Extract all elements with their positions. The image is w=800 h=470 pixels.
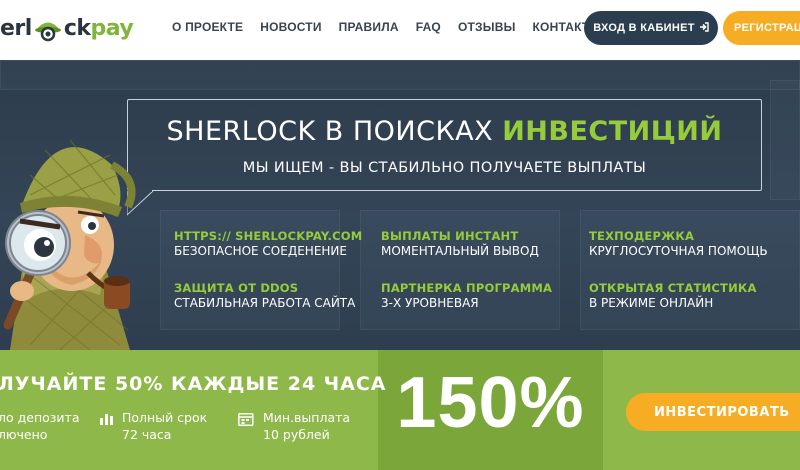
feature-desc: БЕЗОПАСНОЕ СОЕДЕНЕНИЕ	[174, 244, 347, 258]
feature-desc: КРУГЛОСУТОЧНАЯ ПОМОЩЬ	[589, 244, 768, 258]
perk-line: лючено	[0, 427, 48, 442]
feature-title: ПАРТНЕРКА ПРОГРАММА	[381, 281, 553, 295]
perk-term: Полный срок 72 часа	[100, 409, 207, 443]
feature-ssl: HTTPS:// SHERLOCKPAY.COM БЕЗОПАСНОЕ СОЕД…	[174, 229, 362, 258]
server-rack-bg	[770, 80, 800, 200]
hero-title-main: SHERLOCK В ПОИСКАХ	[166, 116, 503, 147]
feature-desc: СТАБИЛЬНАЯ РАБОТА САЙТА	[174, 296, 356, 310]
hero-title-accent: ИНВЕСТИЦИЙ	[502, 116, 723, 147]
hero-title: SHERLOCK В ПОИСКАХ ИНВЕСТИЦИЙ	[127, 116, 762, 147]
bar-chart-icon	[100, 412, 114, 429]
perk-line: 10 рублей	[263, 427, 330, 442]
feature-title: HTTPS:// SHERLOCKPAY.COM	[174, 229, 363, 243]
site-header: erl ck pay О ПРОЕКТЕ НОВОСТИ ПРАВИЛА FAQ…	[0, 0, 800, 60]
server-rack-bg	[0, 60, 800, 90]
nav-reviews[interactable]: ОТЗЫВЫ	[458, 20, 516, 34]
feature-desc: В РЕЖИМЕ ОНЛАЙН	[589, 296, 714, 310]
feature-ddos: ЗАЩИТА ОТ DDOS СТАБИЛЬНАЯ РАБОТА САЙТА	[174, 281, 355, 310]
offer-headline: ЛУЧАЙТЕ 50% КАЖДЫЕ 24 ЧАСА	[0, 373, 387, 395]
nav-about[interactable]: О ПРОЕКТЕ	[172, 20, 243, 34]
server-rack-bg	[580, 210, 800, 330]
login-button-label: ВХОД В КАБИНЕТ	[593, 22, 695, 34]
feature-stats: ОТКРЫТАЯ СТАТИСТИКА В РЕЖИМЕ ОНЛАЙН	[589, 281, 757, 310]
perk-line: 72 часа	[122, 427, 172, 442]
main-nav: О ПРОЕКТЕ НОВОСТИ ПРАВИЛА FAQ ОТЗЫВЫ КОН…	[172, 20, 618, 34]
detective-hat-icon	[33, 13, 63, 43]
hero-subtitle: МЫ ИЩЕМ - ВЫ СТАБИЛЬНО ПОЛУЧАЕТЕ ВЫПЛАТЫ	[242, 160, 647, 176]
logo[interactable]: erl ck pay	[0, 8, 134, 48]
perk-deposit: ло депозита лючено	[0, 409, 79, 443]
perk-line: ло депозита	[0, 410, 80, 425]
sherlock-mascot-illustration	[3, 139, 136, 350]
nav-faq[interactable]: FAQ	[416, 20, 441, 34]
feature-title: ТЕХПОДЕРЖКА	[589, 229, 695, 243]
nav-rules[interactable]: ПРАВИЛА	[339, 20, 399, 34]
sign-in-icon	[699, 21, 709, 35]
hero-section: SHERLOCK В ПОИСКАХ ИНВЕСТИЦИЙ МЫ ИЩЕМ - …	[0, 60, 800, 350]
feature-desc: МОМЕНТАЛЬНЫЙ ВЫВОД	[381, 244, 539, 258]
perk-min-payout: Мин.выплата 10 рублей	[238, 409, 350, 443]
logo-text-pay: pay	[90, 15, 134, 41]
calendar-icon	[238, 412, 254, 430]
register-button-label: РЕГИСТРАЦИ	[734, 22, 800, 34]
logo-text-mid: ck	[63, 15, 91, 41]
feature-referral: ПАРТНЕРКА ПРОГРАММА 3-Х УРОВНЕВАЯ	[381, 281, 552, 310]
perk-line: Полный срок	[122, 410, 208, 425]
nav-news[interactable]: НОВОСТИ	[260, 20, 321, 34]
invest-button[interactable]: ИНВЕСТИРОВАТЬ	[626, 393, 800, 431]
invest-button-label: ИНВЕСТИРОВАТЬ	[654, 404, 790, 420]
register-button[interactable]: РЕГИСТРАЦИ	[723, 11, 800, 45]
percent-value: 150%	[396, 363, 585, 443]
server-rack-bg	[360, 210, 560, 330]
feature-desc: 3-Х УРОВНЕВАЯ	[381, 296, 479, 310]
feature-title: ЗАЩИТА ОТ DDOS	[174, 281, 299, 295]
perk-line: Мин.выплата	[263, 410, 351, 425]
feature-support: ТЕХПОДЕРЖКА КРУГЛОСУТОЧНАЯ ПОМОЩЬ	[589, 229, 768, 258]
feature-instant-payouts: ВЫПЛАТЫ ИНСТАНТ МОМЕНТАЛЬНЫЙ ВЫВОД	[381, 229, 539, 258]
server-rack-bg	[160, 210, 340, 330]
feature-title: ОТКРЫТАЯ СТАТИСТИКА	[589, 281, 757, 295]
login-button[interactable]: ВХОД В КАБИНЕТ	[584, 11, 718, 45]
feature-title: ВЫПЛАТЫ ИНСТАНТ	[381, 229, 519, 243]
logo-text-start: erl	[0, 15, 32, 41]
